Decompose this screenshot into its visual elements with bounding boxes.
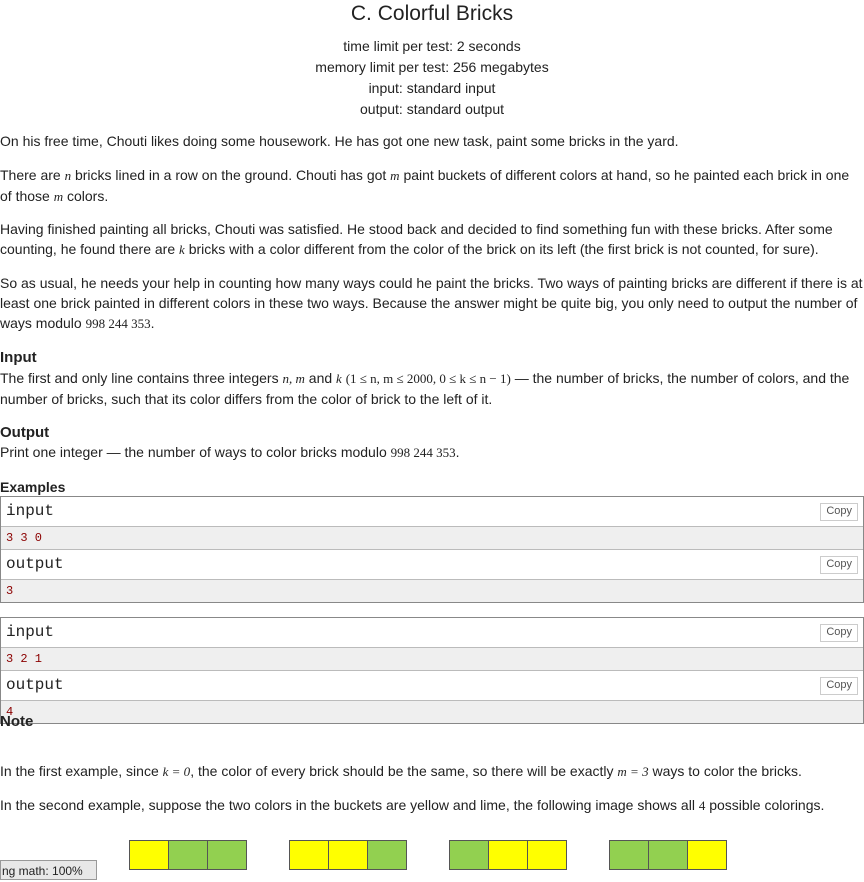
text: colors.	[63, 188, 109, 204]
brick-lime	[367, 840, 407, 870]
examples-heading: Examples	[0, 479, 66, 495]
text: and	[304, 370, 337, 386]
example-output-text: 3	[6, 584, 14, 598]
coloring-1	[129, 840, 247, 870]
example-1: input Copy 3 3 0 output Copy 3	[0, 496, 864, 603]
input-label: input	[6, 502, 55, 520]
example-output-header: output Copy	[1, 550, 863, 580]
text: The first and only line contains three i…	[0, 370, 283, 386]
input-description: The first and only line contains three i…	[0, 368, 864, 409]
brick-lime	[449, 840, 489, 870]
brick-lime	[609, 840, 649, 870]
brick-yellow	[129, 840, 169, 870]
text: ways to color the bricks.	[648, 763, 802, 779]
text: , the color of every brick should be the…	[190, 763, 618, 779]
example-2: input Copy 3 2 1 output Copy 4	[0, 617, 864, 724]
problem-limits: time limit per test: 2 seconds memory li…	[0, 36, 864, 120]
example-output-header: output Copy	[1, 671, 863, 701]
brick-yellow	[289, 840, 329, 870]
output-heading: Output	[0, 424, 50, 441]
example-input: 3 3 0	[1, 527, 863, 550]
brick-lime	[168, 840, 208, 870]
math-modulo: 998 244 353	[390, 445, 456, 460]
example-output: 3	[1, 580, 863, 602]
statement-paragraph-1: On his free time, Chouti likes doing som…	[0, 133, 679, 149]
brick-yellow	[527, 840, 567, 870]
example-input-text: 3 2 1	[6, 652, 43, 666]
problem-page: C. Colorful Bricks time limit per test: …	[0, 0, 864, 882]
copy-button[interactable]: Copy	[820, 556, 858, 574]
example-output: 4	[1, 701, 863, 723]
text: bricks lined in a row on the ground. Cho…	[71, 167, 391, 183]
math-constraint: (1 ≤ n, m ≤ 2000, 0 ≤ k ≤ n − 1)	[345, 371, 511, 386]
coloring-4	[609, 840, 727, 870]
note-heading: Note	[0, 713, 34, 730]
text: In the second example, suppose the two c…	[0, 797, 699, 813]
text: Print one integer — the number of ways t…	[0, 444, 391, 460]
copy-button[interactable]: Copy	[820, 624, 858, 642]
math-k: k	[336, 371, 342, 386]
problem-title: C. Colorful Bricks	[350, 2, 514, 25]
text: bricks with a color different from the c…	[184, 241, 819, 257]
memory-limit: memory limit per test: 256 megabytes	[315, 59, 549, 75]
coloring-2	[289, 840, 407, 870]
note-paragraph-1: In the first example, since k = 0, the c…	[0, 761, 864, 782]
example-input-header: input Copy	[1, 618, 863, 648]
example-input-header: input Copy	[1, 497, 863, 527]
copy-button[interactable]: Copy	[820, 677, 858, 695]
statement-paragraph-4: So as usual, he needs your help in count…	[0, 273, 864, 334]
math-m: m	[53, 189, 64, 204]
input-label: input	[6, 623, 55, 641]
statement-paragraph-3: Having finished painting all bricks, Cho…	[0, 219, 864, 260]
input-spec: input: standard input	[368, 80, 496, 96]
math-vars: n, m	[282, 371, 305, 386]
text: .	[455, 444, 460, 460]
text: In the first example, since	[0, 763, 163, 779]
brick-yellow	[488, 840, 528, 870]
text: .	[150, 315, 155, 331]
brick-lime	[648, 840, 688, 870]
statement-paragraph-2: There are n bricks lined in a row on the…	[0, 165, 864, 207]
text: possible colorings.	[705, 797, 825, 813]
output-spec: output: standard output	[360, 101, 504, 117]
example-input-text: 3 3 0	[6, 531, 43, 545]
math-rendering-status: ng math: 100%	[0, 860, 97, 880]
note-paragraph-2: In the second example, suppose the two c…	[0, 795, 864, 816]
output-description: Print one integer — the number of ways t…	[0, 442, 864, 463]
coloring-3	[449, 840, 567, 870]
text: There are	[0, 167, 65, 183]
example-input: 3 2 1	[1, 648, 863, 671]
math-k: k = 0	[162, 764, 191, 779]
input-heading: Input	[0, 349, 37, 366]
time-limit: time limit per test: 2 seconds	[343, 38, 521, 54]
math-m: m = 3	[617, 764, 649, 779]
output-label: output	[6, 555, 64, 573]
copy-button[interactable]: Copy	[820, 503, 858, 521]
math-m: m	[390, 168, 400, 183]
brick-yellow	[328, 840, 368, 870]
output-label: output	[6, 676, 64, 694]
math-modulo: 998 244 353	[85, 316, 151, 331]
brick-yellow	[687, 840, 727, 870]
brick-lime	[207, 840, 247, 870]
